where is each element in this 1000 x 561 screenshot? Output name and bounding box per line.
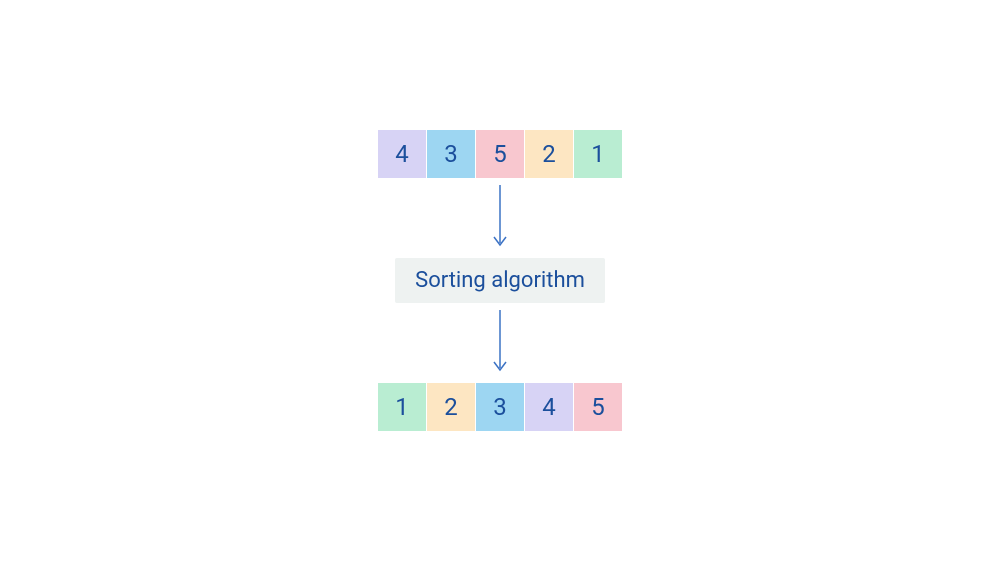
output-cell: 3 — [476, 383, 524, 431]
output-cell: 1 — [378, 383, 426, 431]
input-array: 4 3 5 2 1 — [378, 130, 622, 178]
sorting-diagram: 4 3 5 2 1 Sorting algorithm 1 2 3 4 5 — [378, 130, 622, 431]
output-cell: 4 — [525, 383, 573, 431]
input-cell: 3 — [427, 130, 475, 178]
output-array: 1 2 3 4 5 — [378, 383, 622, 431]
input-cell: 4 — [378, 130, 426, 178]
arrow-down-icon — [490, 303, 510, 383]
input-cell: 1 — [574, 130, 622, 178]
output-cell: 5 — [574, 383, 622, 431]
arrow-down-icon — [490, 178, 510, 258]
input-cell: 5 — [476, 130, 524, 178]
input-cell: 2 — [525, 130, 573, 178]
process-box: Sorting algorithm — [395, 258, 605, 303]
output-cell: 2 — [427, 383, 475, 431]
